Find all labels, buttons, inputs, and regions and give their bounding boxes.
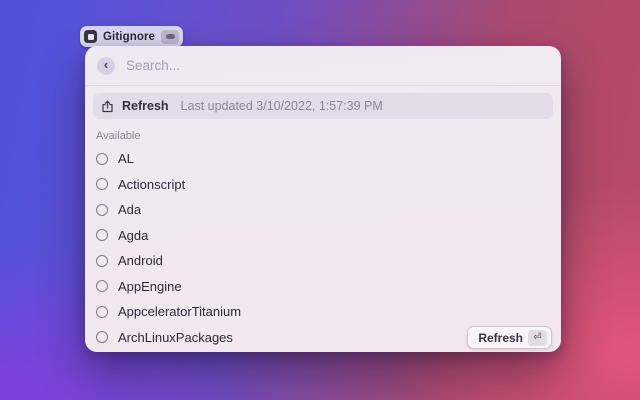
raycast-window: ‹ Refresh Last updated 3/10/2022, 1:57:3… — [85, 46, 561, 352]
list-item[interactable]: AL — [85, 146, 561, 172]
list-item[interactable]: Autotools — [85, 350, 561, 352]
key-pill-icon — [161, 29, 180, 44]
circle-icon — [96, 178, 108, 191]
refresh-status-row[interactable]: Refresh Last updated 3/10/2022, 1:57:39 … — [93, 93, 553, 119]
circle-icon — [96, 152, 108, 165]
chevron-left-icon: ‹ — [103, 57, 109, 72]
circle-icon — [96, 280, 108, 293]
list-item[interactable]: Agda — [85, 223, 561, 249]
circle-icon — [96, 305, 108, 318]
circle-icon — [96, 203, 108, 216]
list-item[interactable]: Ada — [85, 197, 561, 223]
available-list: AL Actionscript Ada Agda Android AppEngi… — [85, 146, 561, 352]
circle-icon — [96, 331, 108, 344]
gitignore-extension-icon — [84, 30, 97, 43]
search-input[interactable] — [126, 58, 549, 73]
refresh-action-button[interactable]: Refresh ⏎ — [467, 326, 552, 349]
list-item[interactable]: AppceleratorTitanium — [85, 299, 561, 325]
search-bar: ‹ — [85, 46, 561, 86]
back-button[interactable]: ‹ — [97, 56, 115, 75]
list-item[interactable]: Android — [85, 248, 561, 274]
enter-key-icon: ⏎ — [528, 329, 547, 346]
last-updated-text: Last updated 3/10/2022, 1:57:39 PM — [180, 99, 383, 113]
list-item[interactable]: AppEngine — [85, 274, 561, 300]
circle-icon — [96, 254, 108, 267]
list-item[interactable]: Actionscript — [85, 172, 561, 198]
extension-chip[interactable]: Gitignore — [80, 26, 184, 47]
refresh-row-label: Refresh — [122, 99, 169, 113]
section-header-available: Available — [96, 130, 141, 142]
upload-icon — [102, 100, 113, 112]
circle-icon — [96, 229, 108, 242]
extension-chip-label: Gitignore — [103, 30, 156, 43]
